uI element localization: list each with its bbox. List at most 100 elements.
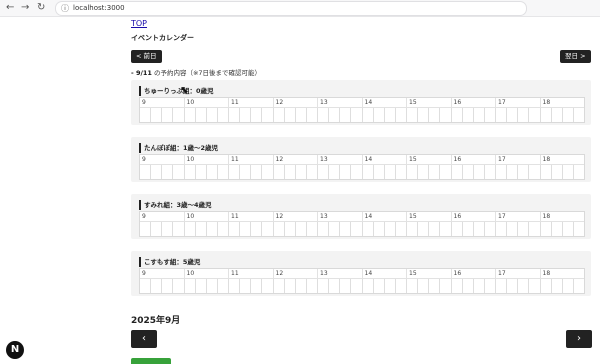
- reload-icon[interactable]: ↻: [37, 1, 45, 15]
- time-slot[interactable]: [150, 165, 161, 179]
- time-slot[interactable]: [506, 108, 517, 122]
- time-slot[interactable]: [239, 222, 250, 236]
- time-slot[interactable]: [205, 165, 217, 179]
- time-slot[interactable]: [372, 222, 384, 236]
- time-slot[interactable]: [216, 165, 228, 179]
- time-slot[interactable]: [328, 279, 339, 293]
- time-slot[interactable]: [428, 108, 439, 122]
- time-slot[interactable]: [339, 108, 350, 122]
- time-slot[interactable]: [461, 108, 473, 122]
- time-slot[interactable]: [528, 279, 539, 293]
- time-slot[interactable]: [561, 279, 573, 293]
- time-slot[interactable]: [383, 108, 395, 122]
- time-slot[interactable]: [261, 165, 272, 179]
- time-slot[interactable]: [339, 279, 350, 293]
- time-slot[interactable]: [406, 222, 417, 236]
- arrow-left-icon[interactable]: ←: [6, 1, 14, 15]
- time-slot[interactable]: [483, 108, 495, 122]
- time-slot[interactable]: [150, 108, 161, 122]
- next-day-button[interactable]: 翌日 >: [560, 50, 591, 63]
- time-slot[interactable]: [294, 279, 306, 293]
- arrow-right-icon[interactable]: →: [21, 1, 29, 15]
- time-slot[interactable]: [572, 165, 584, 179]
- time-slot[interactable]: [194, 108, 206, 122]
- info-icon[interactable]: ⓘ: [61, 2, 69, 15]
- time-slot[interactable]: [350, 165, 361, 179]
- time-slot[interactable]: [261, 279, 272, 293]
- time-slot[interactable]: [361, 108, 373, 122]
- time-slot[interactable]: [339, 165, 350, 179]
- time-slot[interactable]: [550, 222, 562, 236]
- time-slot[interactable]: [305, 279, 317, 293]
- time-slot[interactable]: [205, 279, 217, 293]
- time-slot[interactable]: [239, 165, 250, 179]
- time-slot[interactable]: [272, 222, 284, 236]
- time-slot[interactable]: [428, 165, 439, 179]
- time-slot[interactable]: [205, 222, 217, 236]
- time-slot[interactable]: [250, 279, 261, 293]
- time-slot[interactable]: [495, 108, 506, 122]
- time-slot[interactable]: [495, 165, 506, 179]
- time-slot[interactable]: [394, 165, 406, 179]
- time-slot[interactable]: [294, 222, 306, 236]
- time-slot[interactable]: [317, 165, 328, 179]
- next-month-button[interactable]: ›: [566, 330, 592, 348]
- top-link[interactable]: TOP: [131, 19, 147, 28]
- time-slot[interactable]: [261, 108, 272, 122]
- time-slot[interactable]: [550, 165, 562, 179]
- time-slot[interactable]: [561, 108, 573, 122]
- time-slot[interactable]: [461, 222, 473, 236]
- time-slot[interactable]: [417, 165, 428, 179]
- time-slot[interactable]: [194, 279, 206, 293]
- time-slot[interactable]: [339, 222, 350, 236]
- time-slot[interactable]: [350, 222, 361, 236]
- time-slot[interactable]: [361, 165, 373, 179]
- time-slot[interactable]: [350, 279, 361, 293]
- time-slot[interactable]: [283, 279, 295, 293]
- time-slot[interactable]: [472, 279, 484, 293]
- time-slot[interactable]: [450, 165, 462, 179]
- time-slot[interactable]: [517, 108, 528, 122]
- time-slot[interactable]: [239, 279, 250, 293]
- time-slot[interactable]: [550, 279, 562, 293]
- time-slot[interactable]: [228, 108, 239, 122]
- time-slot[interactable]: [383, 279, 395, 293]
- time-slot[interactable]: [539, 279, 551, 293]
- time-slot[interactable]: [461, 165, 473, 179]
- time-slot[interactable]: [361, 279, 373, 293]
- time-slot[interactable]: [439, 279, 450, 293]
- time-slot[interactable]: [261, 222, 272, 236]
- time-slot[interactable]: [350, 108, 361, 122]
- time-slot[interactable]: [305, 108, 317, 122]
- time-slot[interactable]: [140, 222, 150, 236]
- time-slot[interactable]: [572, 222, 584, 236]
- time-slot[interactable]: [361, 222, 373, 236]
- time-slot[interactable]: [528, 165, 539, 179]
- time-slot[interactable]: [472, 165, 484, 179]
- time-slot[interactable]: [428, 222, 439, 236]
- time-slot[interactable]: [439, 108, 450, 122]
- time-slot[interactable]: [294, 108, 306, 122]
- time-slot[interactable]: [283, 165, 295, 179]
- time-slot[interactable]: [150, 279, 161, 293]
- time-slot[interactable]: [539, 165, 551, 179]
- time-slot[interactable]: [394, 222, 406, 236]
- time-slot[interactable]: [183, 108, 195, 122]
- time-slot[interactable]: [572, 279, 584, 293]
- time-slot[interactable]: [495, 279, 506, 293]
- prev-day-button[interactable]: < 前日: [131, 50, 162, 63]
- time-slot[interactable]: [140, 279, 150, 293]
- time-slot[interactable]: [406, 108, 417, 122]
- time-slot[interactable]: [461, 279, 473, 293]
- time-slot[interactable]: [561, 222, 573, 236]
- time-slot[interactable]: [450, 222, 462, 236]
- time-slot[interactable]: [483, 222, 495, 236]
- time-slot[interactable]: [417, 222, 428, 236]
- time-slot[interactable]: [194, 222, 206, 236]
- time-slot[interactable]: [305, 222, 317, 236]
- time-slot[interactable]: [572, 108, 584, 122]
- time-slot[interactable]: [183, 165, 195, 179]
- time-slot[interactable]: [216, 279, 228, 293]
- time-slot[interactable]: [317, 108, 328, 122]
- time-slot[interactable]: [506, 279, 517, 293]
